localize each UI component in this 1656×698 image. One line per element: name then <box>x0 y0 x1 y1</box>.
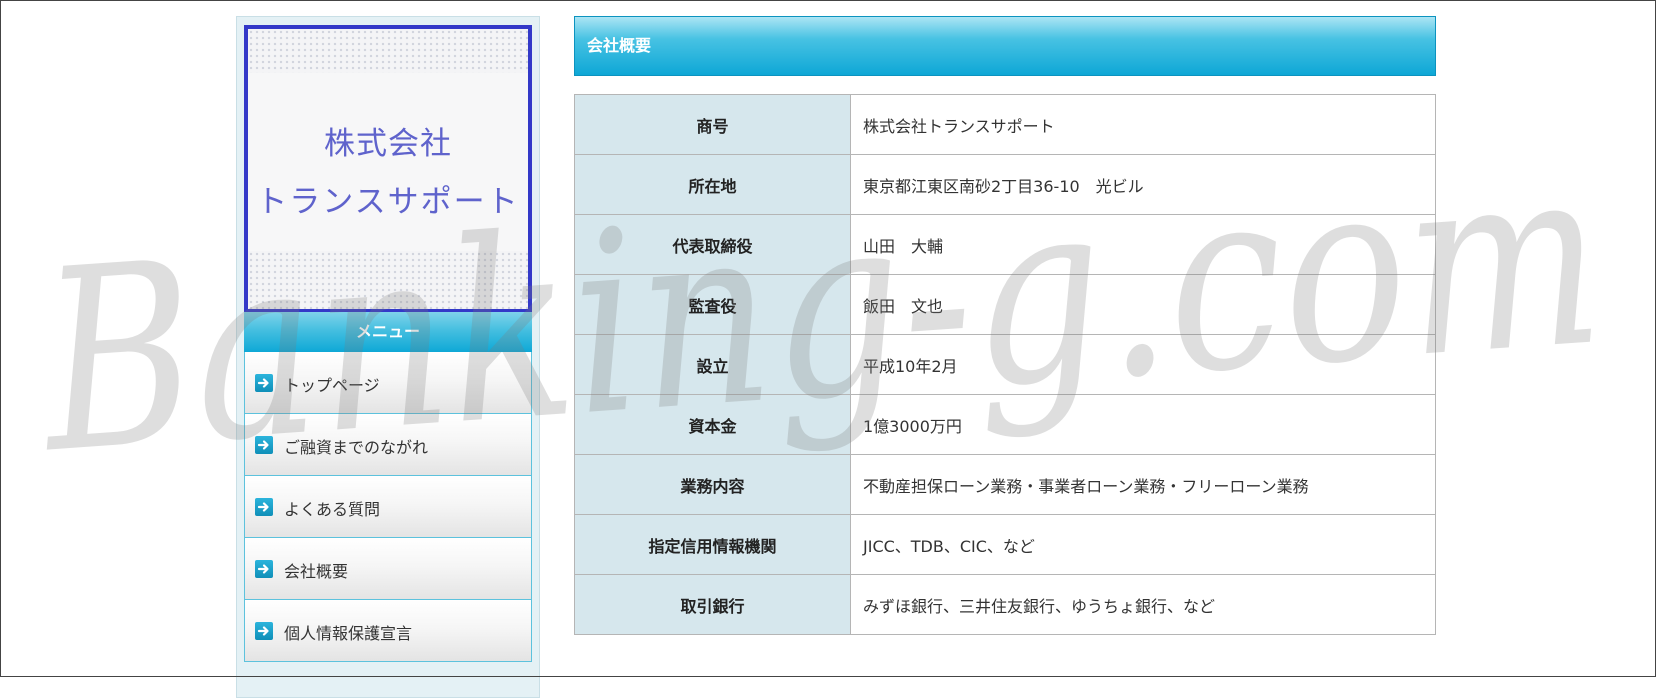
row-value-address: 東京都江東区南砂2丁目36-10 光ビル <box>850 154 1436 215</box>
menu-title: メニュー <box>244 312 532 353</box>
table-row: 業務内容 不動産担保ローン業務・事業者ローン業務・フリーローン業務 <box>574 454 1436 515</box>
table-row: 所在地 東京都江東区南砂2丁目36-10 光ビル <box>574 154 1436 215</box>
sidebar-item-privacy-policy[interactable]: 個人情報保護宣言 <box>244 600 532 662</box>
row-key-business: 業務内容 <box>574 454 851 515</box>
row-key-established: 設立 <box>574 334 851 395</box>
arrow-right-icon <box>255 622 273 640</box>
company-info-table: 商号 株式会社トランスサポート 所在地 東京都江東区南砂2丁目36-10 光ビル… <box>574 94 1436 635</box>
sidebar-item-label: ご融資までのながれ <box>284 438 429 457</box>
sidebar-item-label: 個人情報保護宣言 <box>284 624 413 643</box>
arrow-right-icon <box>255 436 273 454</box>
row-key-banks: 取引銀行 <box>574 574 851 635</box>
row-key-representative: 代表取締役 <box>574 214 851 275</box>
row-value-credit-bureau: JICC、TDB、CIC、など <box>850 514 1436 575</box>
arrow-right-icon <box>255 374 273 392</box>
section-title: 会社概要 <box>574 16 1436 76</box>
main-content: 会社概要 商号 株式会社トランスサポート 所在地 東京都江東区南砂2丁目36-1… <box>574 16 1436 635</box>
row-key-auditor: 監査役 <box>574 274 851 335</box>
sidebar: 株式会社 トランスサポート メニュー トップページ ご融資までのながれ よくある… <box>236 16 540 698</box>
row-key-capital: 資本金 <box>574 394 851 455</box>
row-value-capital: 1億3000万円 <box>850 394 1436 455</box>
logo-text-line2: トランスサポート <box>256 184 520 220</box>
sidebar-item-top-page[interactable]: トップページ <box>244 352 532 414</box>
table-row: 監査役 飯田 文也 <box>574 274 1436 335</box>
sidebar-item-company-profile[interactable]: 会社概要 <box>244 538 532 600</box>
row-value-auditor: 飯田 文也 <box>850 274 1436 335</box>
table-row: 設立 平成10年2月 <box>574 334 1436 395</box>
table-row: 取引銀行 みずほ銀行、三井住友銀行、ゆうちょ銀行、など <box>574 574 1436 635</box>
arrow-right-icon <box>255 498 273 516</box>
row-value-representative: 山田 大輔 <box>850 214 1436 275</box>
row-value-established: 平成10年2月 <box>850 334 1436 395</box>
sidebar-item-label: トップページ <box>284 376 380 395</box>
sidebar-item-label: 会社概要 <box>284 562 349 581</box>
row-value-company-name: 株式会社トランスサポート <box>850 94 1436 155</box>
sidebar-menu: トップページ ご融資までのながれ よくある質問 会社概要 個人情報保護宣言 <box>244 352 532 662</box>
table-row: 商号 株式会社トランスサポート <box>574 94 1436 155</box>
sidebar-item-loan-flow[interactable]: ご融資までのながれ <box>244 414 532 476</box>
logo-text-line1: 株式会社 <box>324 126 452 162</box>
row-value-banks: みずほ銀行、三井住友銀行、ゆうちょ銀行、など <box>850 574 1436 635</box>
row-key-address: 所在地 <box>574 154 851 215</box>
sidebar-item-label: よくある質問 <box>284 500 381 519</box>
table-row: 指定信用情報機関 JICC、TDB、CIC、など <box>574 514 1436 575</box>
row-key-company-name: 商号 <box>574 94 851 155</box>
table-row: 代表取締役 山田 大輔 <box>574 214 1436 275</box>
arrow-right-icon <box>255 560 273 578</box>
row-value-business: 不動産担保ローン業務・事業者ローン業務・フリーローン業務 <box>850 454 1436 515</box>
sidebar-item-faq[interactable]: よくある質問 <box>244 476 532 538</box>
company-logo[interactable]: 株式会社 トランスサポート <box>244 25 532 313</box>
row-key-credit-bureau: 指定信用情報機関 <box>574 514 851 575</box>
table-row: 資本金 1億3000万円 <box>574 394 1436 455</box>
